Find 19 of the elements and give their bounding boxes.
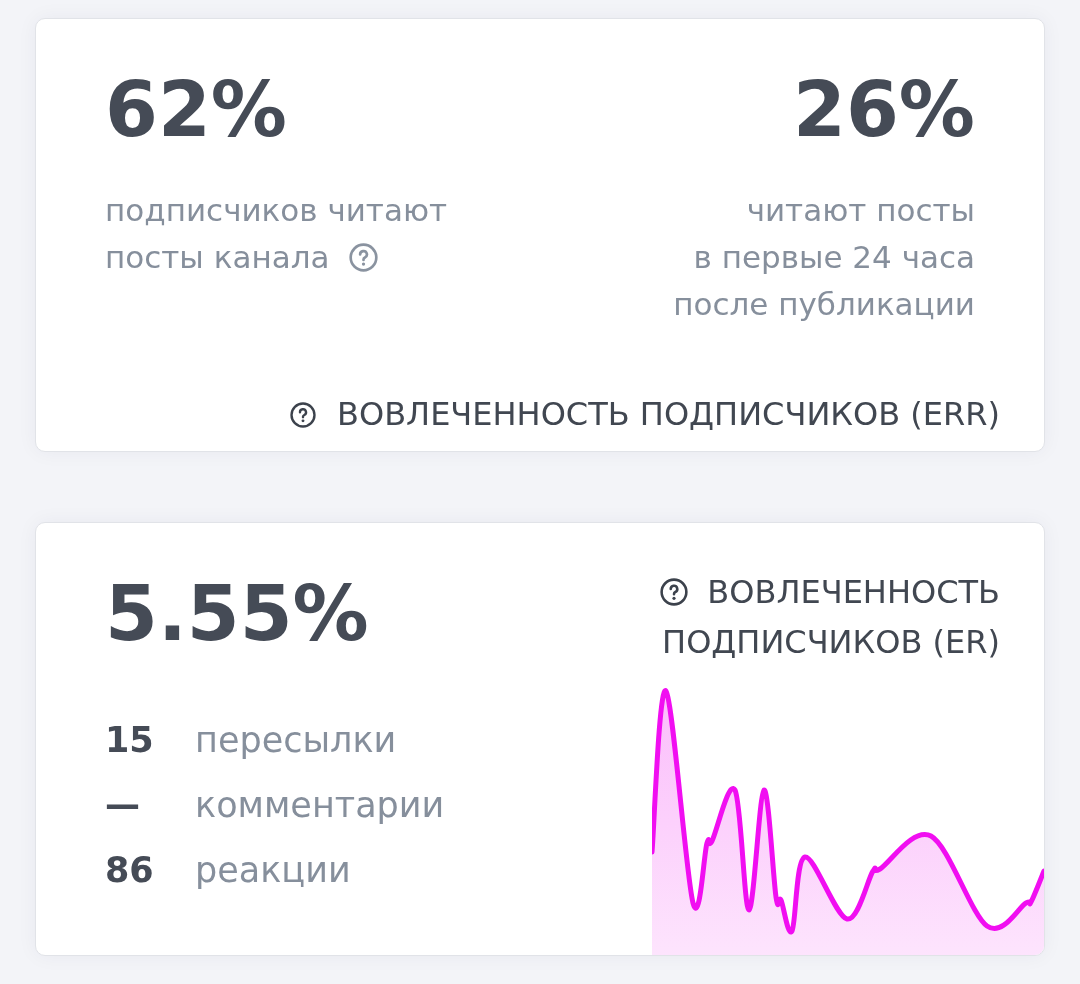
metric-title: ВОВЛЕЧЕННОСТЬ ПОДПИСЧИКОВ (ERR) <box>337 395 1000 434</box>
metric-caption: посты канала <box>105 239 330 275</box>
stat-label: пересылки <box>195 719 397 762</box>
metric-caption: читают посты <box>746 192 975 228</box>
stat-count: 86 <box>105 849 155 892</box>
stat-count: 15 <box>105 719 155 762</box>
metric-value: 26% <box>792 72 975 148</box>
stat-label: реакции <box>195 849 351 892</box>
metric-title: ПОДПИСЧИКОВ (ER) <box>662 623 1000 661</box>
stat-label: комментарии <box>195 784 445 827</box>
metric-caption: после публикации <box>673 286 975 322</box>
metric-title: ВОВЛЕЧЕННОСТЬ <box>707 573 1000 611</box>
metric-value: 62% <box>105 72 288 148</box>
metric-value: 5.55% <box>105 576 370 652</box>
help-icon[interactable] <box>290 401 316 428</box>
metric-caption: в первые 24 часа <box>693 239 975 275</box>
stat-count: — <box>105 784 141 827</box>
help-icon[interactable] <box>660 578 689 606</box>
metric-caption: подписчиков читают <box>105 192 448 228</box>
